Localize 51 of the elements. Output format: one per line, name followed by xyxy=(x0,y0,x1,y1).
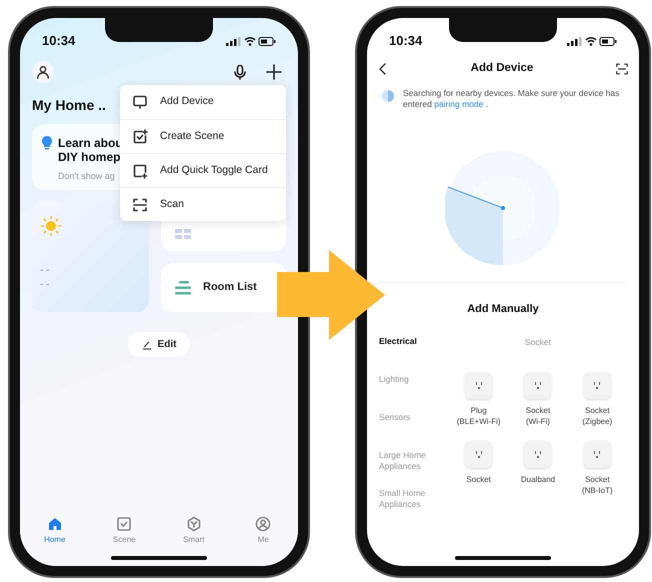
device-icon xyxy=(132,94,148,110)
sun-icon xyxy=(40,215,62,237)
microphone-icon[interactable] xyxy=(232,64,248,80)
pencil-icon xyxy=(142,340,152,350)
home-icon xyxy=(46,516,63,532)
status-icons xyxy=(226,36,276,46)
grid-icon xyxy=(175,229,191,239)
menu-item[interactable]: Scan xyxy=(120,187,286,221)
nav-tab[interactable]: Home xyxy=(20,516,90,546)
screen-title: Add Device xyxy=(470,61,534,76)
add-card-icon xyxy=(132,162,148,178)
room-list-label: Room List xyxy=(203,280,257,296)
status-time: 10:34 xyxy=(42,32,76,50)
device-label[interactable]: Socket xyxy=(466,474,491,486)
weather-reading: - - xyxy=(40,265,50,277)
device-label[interactable]: Plug (BLE+Wi-Fi) xyxy=(456,405,501,428)
socket-icon[interactable] xyxy=(584,372,611,400)
scan-icon[interactable] xyxy=(614,62,629,76)
weather-reading: - - xyxy=(40,279,50,291)
scene-icon xyxy=(116,516,132,532)
device-label[interactable]: Socket (Wi-Fi) xyxy=(526,405,550,428)
socket-icon[interactable] xyxy=(524,441,552,468)
progress-icon xyxy=(381,89,395,103)
scene-icon xyxy=(132,128,148,144)
device-label[interactable]: Socket (NB-IoT) xyxy=(582,474,613,496)
room-list-card[interactable]: Room List xyxy=(161,263,286,312)
profile-icon xyxy=(255,516,272,532)
person-icon xyxy=(36,65,50,79)
section-title: Add Manually xyxy=(467,302,539,317)
device-label[interactable]: Socket (Zigbee) xyxy=(582,405,612,428)
edit-button[interactable]: Edit xyxy=(128,332,190,357)
list-icon xyxy=(175,280,191,294)
lightbulb-icon xyxy=(42,136,52,150)
socket-icon[interactable] xyxy=(584,441,611,468)
socket-icon[interactable] xyxy=(465,372,492,400)
category-item[interactable]: Electrical xyxy=(379,336,441,346)
searching-message: Searching for nearby devices. Make sure your device has entered pairing mode . xyxy=(403,88,620,110)
status-icons xyxy=(567,36,617,46)
menu-item[interactable]: Create Scene xyxy=(120,119,286,153)
add-icon[interactable] xyxy=(266,64,282,80)
device-label[interactable]: Dualband xyxy=(520,474,556,486)
status-time: 10:34 xyxy=(389,32,422,50)
avatar-button[interactable] xyxy=(32,61,54,83)
menu-item[interactable]: Add Device xyxy=(120,85,286,119)
smart-icon xyxy=(186,516,202,532)
socket-icon[interactable] xyxy=(524,372,552,400)
scan-icon xyxy=(132,196,148,212)
group-title: Socket xyxy=(525,336,551,348)
menu-item[interactable]: Add Quick Toggle Card xyxy=(120,153,286,187)
home-title[interactable]: My Home .. xyxy=(32,97,106,113)
socket-icon[interactable] xyxy=(465,441,492,468)
